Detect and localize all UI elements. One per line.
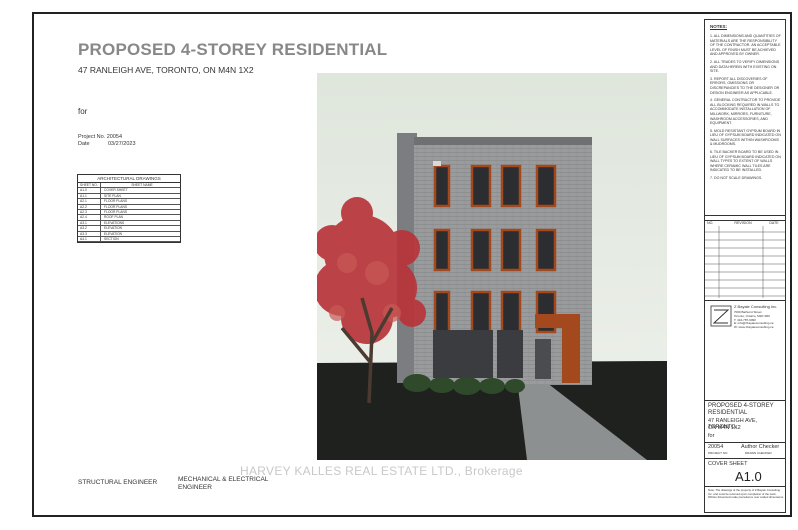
project-number: Project No. 20054: [78, 134, 123, 140]
sheet-name-cell: COVER SHEET: [104, 188, 128, 193]
rev-col-no: NO.: [707, 221, 714, 225]
rendering-image: [317, 73, 667, 460]
title-block: NOTES: 1. ALL DIMENSIONS AND QUANTITIES …: [704, 19, 786, 513]
sheet-no-cell: A2.4: [78, 215, 101, 220]
notes-title: NOTES:: [710, 24, 728, 29]
sheet-no-cell: A2.1: [78, 199, 101, 204]
sheet-name-cell: SITE PLAN: [104, 193, 121, 198]
firm-contact: 7000 Bathurst Street Toronto, Ontario, M2…: [734, 310, 774, 330]
footer-note: Note: The drawings of the property of Z …: [708, 488, 784, 499]
drawings-table: ARCHITECTURAL DRAWINGS SHEET NO. SHEET N…: [77, 174, 181, 244]
note-item: 6. TILE BACKER BOARD TO BE USED IN LIEU …: [710, 150, 781, 173]
sheet-name-cell: SECTION: [104, 237, 119, 242]
project-for: for: [708, 433, 715, 439]
sheet-no-cell: A1.1: [78, 193, 101, 199]
date-value: 03/27/2023: [108, 141, 136, 147]
sheet-no-cell: A3.1: [78, 220, 101, 226]
project-address: 47 RANLEIGH AVE, TORONTO, ON M4N 1X2: [78, 65, 254, 75]
note-item: 3. REPORT ALL DISCOVERIES OF ERRORS, OMI…: [710, 76, 780, 95]
job-number: 20054: [708, 444, 724, 450]
sheet-title: COVER SHEET: [708, 461, 748, 467]
note-item: 5. MOLD RESISTANT GYPSUM BOARD IN LIEU O…: [710, 128, 781, 147]
project-title-line2: RESIDENTIAL: [708, 410, 748, 416]
page-title: PROPOSED 4-STOREY RESIDENTIAL: [78, 40, 388, 59]
firm-contact-line: W: www.zbayaieconsulting.ca: [734, 325, 774, 330]
building-rendering: [317, 73, 667, 460]
sheet-name-cell: FLOOR PLANS: [104, 210, 128, 215]
project-address-line2: ON M4N 1X2: [708, 425, 741, 431]
rev-col-date: DATE: [769, 221, 779, 225]
rev-col-revision: REVISION: [734, 221, 752, 225]
sheet-no-cell: A1.0: [78, 188, 101, 193]
revision-grid-lines: [705, 226, 785, 298]
drawings-table-title: ARCHITECTURAL DRAWINGS: [78, 175, 180, 183]
revision-grid: [705, 226, 785, 298]
sheet-number: A1.0: [735, 469, 762, 484]
author-checker: Author Checker: [741, 444, 780, 450]
drawn-checked-caption: DRAWN CHECKED: [745, 451, 772, 455]
note-item: 4. GENERAL CONTRACTOR TO PROVIDE ALL BLO…: [710, 98, 781, 126]
structural-engineer-label: STRUCTURAL ENGINEER: [78, 479, 158, 486]
col-sheet-name: SHEET NAME: [131, 183, 153, 187]
notes-list: 1. ALL DIMENSIONS AND QUANTITIES OF MATE…: [710, 34, 782, 184]
job-number-caption: PROJECT NO.: [708, 451, 729, 455]
sheet-name-cell: FLOOR PLANS: [104, 204, 128, 209]
sheet-no-cell: A2.2: [78, 204, 101, 210]
sheet-no-cell: A2.3: [78, 210, 101, 215]
revision-header-row: NO. REVISION DATE: [707, 221, 783, 226]
table-row: A4.1 SECTION: [78, 237, 180, 243]
project-title-line1: PROPOSED 4-STOREY: [708, 403, 774, 409]
col-sheet-no: SHEET NO.: [78, 183, 101, 188]
note-item: 2. ALL TRADES TO VERIFY DIMENSIONS AND D…: [710, 59, 780, 74]
sheet-no-cell: A4.1: [78, 237, 101, 242]
note-item: 7. DO NOT SCALE DRAWINGS.: [710, 176, 763, 181]
note-item: 1. ALL DIMENSIONS AND QUANTITIES OF MATE…: [710, 34, 781, 57]
mech-engineer-label-1: MECHANICAL & ELECTRICAL: [178, 476, 269, 483]
firm-name: Z Bayaie Consulting Inc.: [734, 304, 778, 309]
watermark: HARVEY KALLES REAL ESTATE LTD., Brokerag…: [240, 464, 523, 478]
sheet-name-cell: ELEVATION: [104, 231, 123, 236]
for-label: for: [78, 107, 88, 116]
date-label: Date: [78, 141, 90, 147]
sheet-name-cell: ELEVATION: [104, 226, 123, 231]
sheet-name-cell: FLOOR PLANS: [104, 199, 128, 204]
sheet-no-cell: A3.2: [78, 226, 101, 231]
sheet-name-cell: ELEVATIONS: [104, 220, 125, 225]
sheet-name-cell: ROOF PLAN: [104, 215, 124, 220]
firm-logo-icon: [710, 305, 732, 327]
mech-engineer-label-2: ENGINEER: [178, 484, 212, 491]
sheet-no-cell: A3.3: [78, 231, 101, 237]
